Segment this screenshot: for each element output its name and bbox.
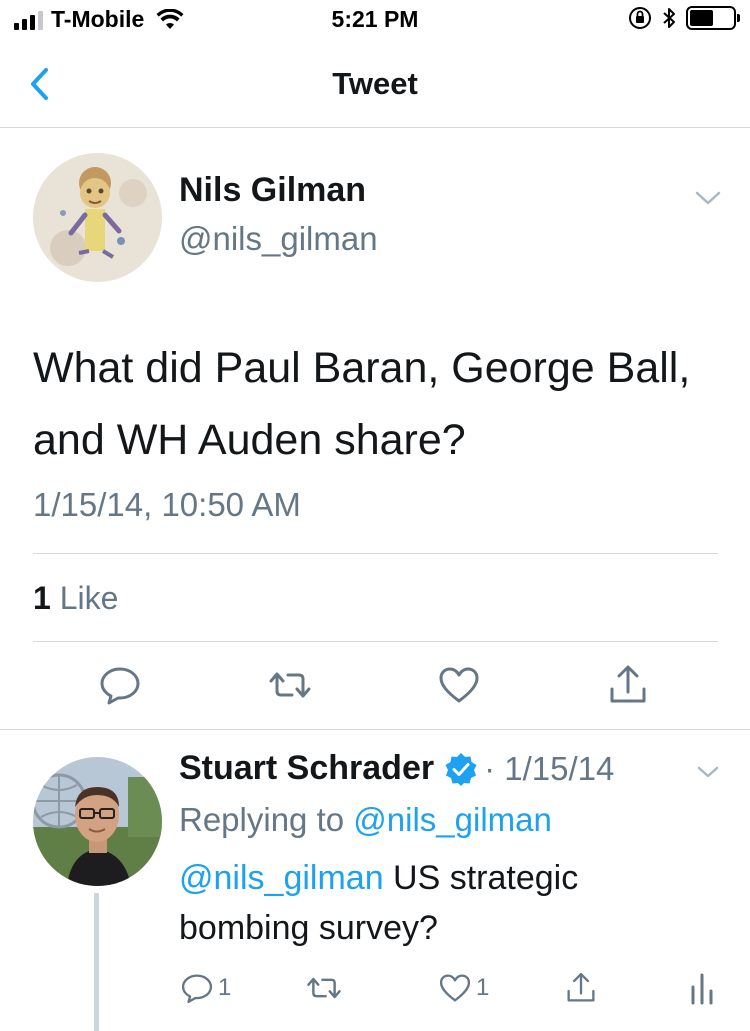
reply-count: 1 <box>218 974 232 1001</box>
like-action[interactable]: 1 <box>438 970 489 1006</box>
avatar[interactable] <box>33 757 162 886</box>
share-icon[interactable] <box>606 663 650 707</box>
reply-date: · 1/15/14 <box>484 749 615 787</box>
reply-icon <box>181 974 213 1004</box>
thread-line <box>94 893 99 1031</box>
divider <box>33 553 718 554</box>
verified-badge-icon <box>445 752 477 786</box>
divider <box>0 729 750 730</box>
replying-prefix: Replying to <box>179 801 345 838</box>
status-bar: T-Mobile 5:21 PM <box>0 0 750 40</box>
tweet-timestamp: 1/15/14, 10:50 AM <box>33 486 301 523</box>
share-action[interactable] <box>564 970 598 1006</box>
author-handle[interactable]: @nils_gilman <box>179 220 378 258</box>
orientation-lock-icon <box>629 7 651 29</box>
retweet-icon <box>307 977 341 999</box>
likes-number: 1 <box>33 580 51 616</box>
like-icon <box>439 974 471 1002</box>
battery-icon <box>686 6 740 30</box>
likes-count[interactable]: 1 Like <box>33 580 118 617</box>
author-name[interactable]: Nils Gilman <box>179 171 366 210</box>
reply-text: @nils_gilman US strategic bombing survey… <box>179 853 699 953</box>
like-count: 1 <box>476 974 490 1001</box>
avatar[interactable] <box>33 153 162 282</box>
reply-author-name[interactable]: Stuart Schrader <box>179 749 434 788</box>
reply-icon[interactable] <box>98 663 142 707</box>
replying-to: Replying to @nils_gilman <box>179 801 552 839</box>
chevron-down-icon[interactable] <box>694 188 722 208</box>
reply-action[interactable]: 1 <box>180 970 231 1006</box>
divider <box>33 641 718 642</box>
reply-header: Stuart Schrader · 1/15/14 <box>179 749 614 788</box>
analytics-icon <box>691 973 713 1005</box>
mention-link[interactable]: @nils_gilman <box>179 859 384 897</box>
status-right <box>628 6 740 30</box>
page-title: Tweet <box>332 66 418 101</box>
share-icon <box>567 972 595 1002</box>
likes-label: Like <box>59 580 119 616</box>
retweet-icon[interactable] <box>268 663 312 707</box>
tweet-text: What did Paul Baran, George Ball, and WH… <box>33 344 691 464</box>
like-icon[interactable] <box>437 663 481 707</box>
nav-bar: Tweet <box>0 40 750 128</box>
battery-level <box>690 10 714 26</box>
replying-to-link[interactable]: @nils_gilman <box>353 801 552 838</box>
bluetooth-icon <box>663 8 675 28</box>
chevron-down-icon[interactable] <box>696 764 720 780</box>
analytics-action[interactable] <box>688 970 716 1006</box>
retweet-action[interactable] <box>306 970 342 1006</box>
